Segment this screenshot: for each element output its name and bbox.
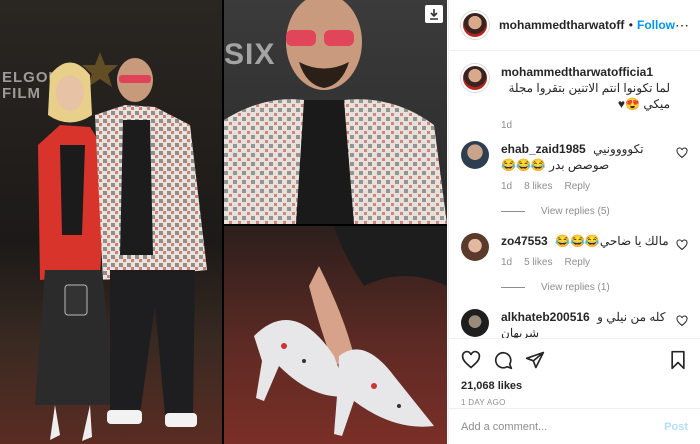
comment-username[interactable]: alkhateb200516 bbox=[501, 310, 590, 324]
reply-button[interactable]: Reply bbox=[564, 181, 590, 192]
post-actions: 21,068 likes 1 DAY AGO bbox=[449, 338, 700, 407]
heels-figure bbox=[254, 226, 447, 436]
comment-button[interactable] bbox=[493, 350, 513, 370]
bookmark-icon bbox=[671, 350, 685, 370]
reply-button[interactable]: Reply bbox=[564, 257, 590, 268]
photo-portrait: SIX bbox=[224, 0, 447, 224]
comment-icon bbox=[494, 351, 513, 370]
avatar[interactable] bbox=[461, 11, 489, 39]
post-header: mohammedtharwatofficia • Follow ⋯ bbox=[449, 0, 700, 51]
comment-time[interactable]: 1d bbox=[501, 181, 512, 192]
likes-count[interactable]: 21,068 likes bbox=[461, 380, 688, 392]
comment-heart-icon[interactable] bbox=[676, 239, 688, 251]
avatar[interactable] bbox=[461, 64, 489, 92]
paper-plane-icon bbox=[525, 351, 545, 369]
list-item: zo47553 مالك يا ضاحي😂😂😂 1d 5 likes Reply bbox=[461, 233, 688, 268]
separator-dot: • bbox=[628, 18, 633, 32]
header-username[interactable]: mohammedtharwatofficia bbox=[499, 18, 625, 32]
heart-icon bbox=[461, 350, 481, 369]
share-button[interactable] bbox=[525, 350, 545, 370]
caption: mohammedtharwatofficia1 لما تكونوا انتم … bbox=[461, 64, 688, 131]
comment-username[interactable]: ehab_zaid1985 bbox=[501, 142, 586, 156]
view-replies-button[interactable]: View replies (1) bbox=[501, 282, 688, 293]
comment-likes[interactable]: 8 likes bbox=[524, 181, 552, 192]
photo-couple: ELGOUN FILM bbox=[0, 0, 222, 444]
like-button[interactable] bbox=[461, 350, 481, 370]
caption-username[interactable]: mohammedtharwatofficia1 bbox=[501, 65, 653, 79]
add-comment-bar: Post bbox=[449, 408, 700, 444]
comment-username[interactable]: zo47553 bbox=[501, 234, 548, 248]
ellipsis-icon[interactable]: ⋯ bbox=[675, 17, 690, 34]
comment-input[interactable] bbox=[461, 420, 665, 433]
commenter-avatar[interactable] bbox=[461, 309, 489, 337]
commenter-avatar[interactable] bbox=[461, 141, 489, 169]
post-button[interactable]: Post bbox=[664, 421, 688, 433]
post-sidebar: mohammedtharwatofficia • Follow ⋯ mohamm… bbox=[448, 0, 700, 444]
comment-likes[interactable]: 5 likes bbox=[524, 257, 552, 268]
comment-heart-icon[interactable] bbox=[676, 315, 688, 327]
list-item: ehab_zaid1985 تكوووونيي صوصص بدر 😂😂😂 1d … bbox=[461, 141, 688, 192]
comment-text: مالك يا ضاحي😂😂😂 bbox=[555, 234, 669, 248]
commenter-avatar[interactable] bbox=[461, 233, 489, 261]
list-item: alkhateb200516 كله من نيلي و شريهان bbox=[461, 309, 688, 338]
follow-button[interactable]: Follow bbox=[637, 18, 675, 32]
post-time[interactable]: 1 DAY AGO bbox=[461, 398, 688, 407]
man-portrait-figure bbox=[224, 0, 447, 224]
download-arrow-icon bbox=[430, 9, 438, 20]
caption-text: لما تكونوا انتم الاتنين بتقروا مجلة ميكي… bbox=[508, 81, 671, 111]
caption-time[interactable]: 1d bbox=[501, 120, 512, 131]
save-button[interactable] bbox=[668, 350, 688, 370]
photo-shoes bbox=[224, 226, 447, 444]
post-media[interactable]: ELGOUN FILM SIX bbox=[0, 0, 447, 444]
view-replies-button[interactable]: View replies (5) bbox=[501, 206, 688, 217]
comment-time[interactable]: 1d bbox=[501, 257, 512, 268]
comments-list[interactable]: mohammedtharwatofficia1 لما تكونوا انتم … bbox=[449, 52, 700, 338]
download-button[interactable] bbox=[425, 5, 443, 23]
man-figure bbox=[95, 58, 207, 427]
comment-heart-icon[interactable] bbox=[676, 147, 688, 159]
